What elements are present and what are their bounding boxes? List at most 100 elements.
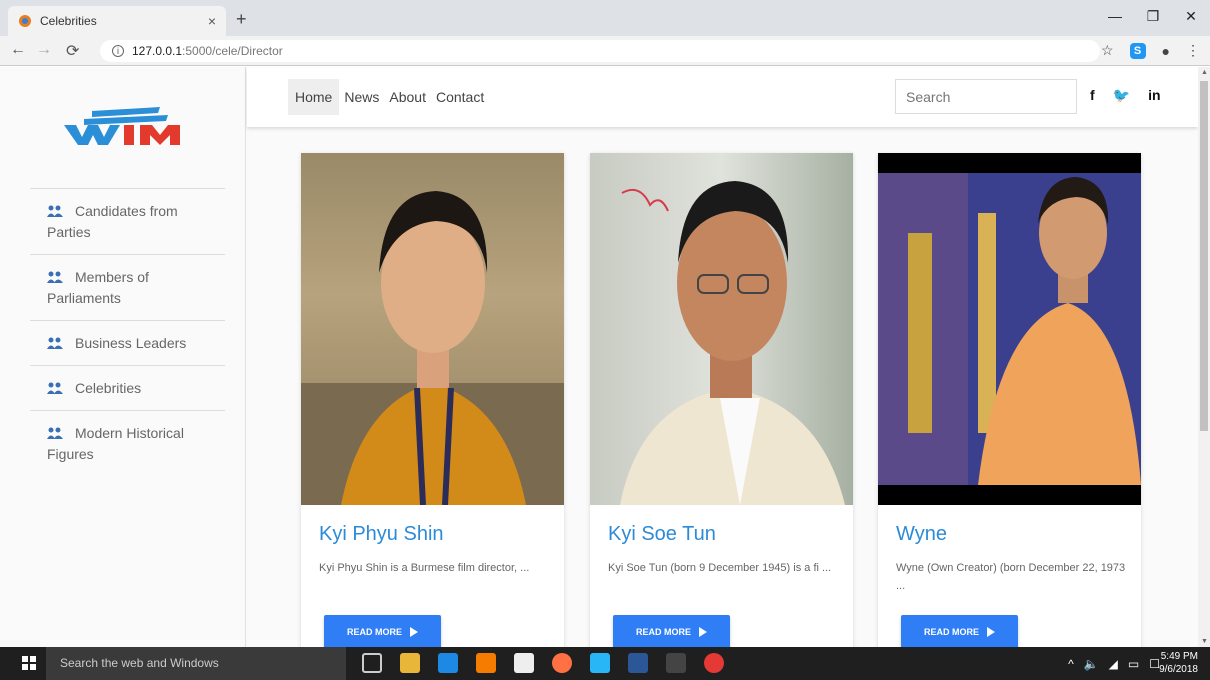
- linkedin-icon[interactable]: in: [1148, 87, 1160, 104]
- edge-icon[interactable]: [438, 653, 458, 673]
- taskbar-clock[interactable]: 5:49 PM 9/6/2018: [1159, 650, 1198, 676]
- site-logo[interactable]: [62, 105, 190, 145]
- portrait-illustration: [620, 181, 845, 505]
- word-icon[interactable]: [628, 653, 648, 673]
- bookmark-star-icon[interactable]: ☆: [1101, 42, 1114, 59]
- volume-icon[interactable]: 🔈: [1084, 657, 1099, 671]
- card-description: Kyi Soe Tun (born 9 December 1945) is a …: [608, 562, 832, 574]
- browser-tab-bar: Celebrities × + — ❐ ✕: [0, 0, 1210, 36]
- profile-card: Wyne Wyne (Own Creator) (born December 2…: [878, 153, 1141, 647]
- profile-photo[interactable]: [590, 153, 853, 505]
- address-bar: ← → ⟳ i 127.0.0.1:5000/cele/Director ☆ S…: [0, 36, 1210, 66]
- profile-icon[interactable]: ●: [1162, 43, 1170, 59]
- read-more-button[interactable]: READ MORE: [613, 615, 730, 647]
- url-path: :5000/cele/Director: [182, 44, 283, 58]
- site-favicon-icon: [19, 15, 31, 27]
- taskbar-search-input[interactable]: Search the web and Windows: [46, 647, 346, 680]
- portrait-illustration: [301, 191, 564, 505]
- portrait-illustration: [878, 173, 1141, 485]
- page-viewport: Candidates from Parties Members of Parli…: [0, 67, 1198, 647]
- sidebar-item-celebrities[interactable]: Celebrities: [30, 365, 225, 410]
- profile-card: Kyi Soe Tun Kyi Soe Tun (born 9 December…: [590, 153, 853, 647]
- sidebar-item-business[interactable]: Business Leaders: [30, 320, 225, 365]
- page-scrollbar[interactable]: ▲ ▼: [1198, 67, 1210, 647]
- sidebar: Candidates from Parties Members of Parli…: [0, 67, 246, 647]
- social-links: f 🐦 in: [1090, 87, 1161, 104]
- minimize-button[interactable]: —: [1096, 0, 1134, 32]
- button-label: READ MORE: [923, 627, 979, 637]
- info-icon[interactable]: i: [112, 45, 124, 57]
- terminal-icon[interactable]: [666, 653, 686, 673]
- xampp-icon[interactable]: [476, 653, 496, 673]
- nav-links: Home News About Contact: [288, 79, 489, 115]
- search-input[interactable]: [895, 79, 1077, 114]
- url-field[interactable]: i 127.0.0.1:5000/cele/Director: [100, 40, 1100, 62]
- sidebar-item-label: Candidates from Parties: [47, 203, 178, 240]
- forward-arrow-icon[interactable]: →: [36, 41, 52, 59]
- profile-card: Kyi Phyu Shin Kyi Phyu Shin is a Burmese…: [301, 153, 564, 647]
- windows-start-icon[interactable]: [22, 656, 36, 670]
- users-group-icon: [47, 271, 63, 283]
- users-group-icon: [47, 337, 63, 349]
- sidebar-item-parliaments[interactable]: Members of Parliaments: [30, 254, 225, 320]
- skype-extension-icon[interactable]: S: [1129, 42, 1146, 59]
- users-group-icon: [47, 205, 63, 217]
- sidebar-item-candidates[interactable]: Candidates from Parties: [30, 188, 225, 254]
- clock-date: 9/6/2018: [1159, 664, 1198, 675]
- windows-taskbar: Search the web and Windows ^ 🔈 ◢ ▭ ☐ 5:4…: [0, 647, 1210, 680]
- sidebar-item-historical[interactable]: Modern Historical Figures: [30, 410, 225, 476]
- reload-icon[interactable]: ⟳: [66, 41, 79, 61]
- back-arrow-icon[interactable]: ←: [10, 41, 26, 59]
- read-more-button[interactable]: READ MORE: [901, 615, 1018, 647]
- clock-time: 5:49 PM: [1160, 651, 1198, 662]
- menu-kebab-icon[interactable]: ⋮: [1186, 42, 1200, 59]
- read-more-button[interactable]: READ MORE: [324, 615, 441, 647]
- extension-icons: ☆ S ● ⋮: [1101, 42, 1200, 59]
- nav-news[interactable]: News: [339, 79, 384, 115]
- profile-photo[interactable]: [878, 153, 1141, 505]
- sidebar-item-label: Modern Historical Figures: [47, 425, 184, 462]
- close-window-button[interactable]: ✕: [1172, 0, 1210, 32]
- tab-title: Celebrities: [40, 14, 97, 28]
- task-view-icon[interactable]: [362, 653, 382, 673]
- firefox-icon[interactable]: [552, 653, 572, 673]
- facebook-icon[interactable]: f: [1090, 87, 1095, 104]
- profile-photo[interactable]: [301, 153, 564, 505]
- chrome-icon[interactable]: [704, 653, 724, 673]
- wifi-icon[interactable]: ◢: [1109, 657, 1118, 671]
- nav-contact[interactable]: Contact: [431, 79, 489, 115]
- nav-about[interactable]: About: [384, 79, 431, 115]
- file-explorer-icon[interactable]: [400, 653, 420, 673]
- card-description: Kyi Phyu Shin is a Burmese film director…: [319, 562, 530, 574]
- taskbar-apps: [362, 653, 724, 673]
- card-title[interactable]: Wyne: [896, 523, 947, 546]
- nav-home[interactable]: Home: [288, 79, 340, 115]
- system-tray: ^ 🔈 ◢ ▭ ☐: [1068, 657, 1160, 671]
- browser-tab[interactable]: Celebrities ×: [8, 6, 226, 36]
- button-label: READ MORE: [346, 627, 402, 637]
- tab-close-icon[interactable]: ×: [208, 13, 216, 29]
- play-arrow-icon: [987, 627, 995, 637]
- new-tab-button[interactable]: +: [236, 9, 247, 30]
- chevron-up-icon[interactable]: ^: [1068, 657, 1074, 671]
- scroll-down-icon[interactable]: ▼: [1201, 638, 1208, 645]
- twitter-icon[interactable]: 🐦: [1113, 87, 1130, 104]
- users-group-icon: [47, 382, 63, 394]
- card-title[interactable]: Kyi Soe Tun: [608, 523, 716, 546]
- sidebar-item-label: Celebrities: [75, 380, 142, 396]
- card-title[interactable]: Kyi Phyu Shin: [319, 523, 444, 546]
- scrollbar-thumb[interactable]: [1200, 81, 1208, 431]
- users-group-icon: [47, 427, 63, 439]
- skype-icon[interactable]: [590, 653, 610, 673]
- battery-icon[interactable]: ▭: [1128, 657, 1139, 671]
- play-arrow-icon: [410, 627, 418, 637]
- restore-button[interactable]: ❐: [1134, 0, 1172, 32]
- category-menu: Candidates from Parties Members of Parli…: [30, 188, 225, 476]
- sidebar-item-label: Business Leaders: [75, 335, 187, 351]
- card-description: Wyne (Own Creator) (born December 22, 19…: [896, 562, 1126, 592]
- url-host: 127.0.0.1: [132, 44, 183, 58]
- window-controls: — ❐ ✕: [1096, 0, 1210, 32]
- store-icon[interactable]: [514, 653, 534, 673]
- top-navigation: Home News About Contact f 🐦 in: [247, 67, 1198, 127]
- scroll-up-icon[interactable]: ▲: [1201, 69, 1208, 76]
